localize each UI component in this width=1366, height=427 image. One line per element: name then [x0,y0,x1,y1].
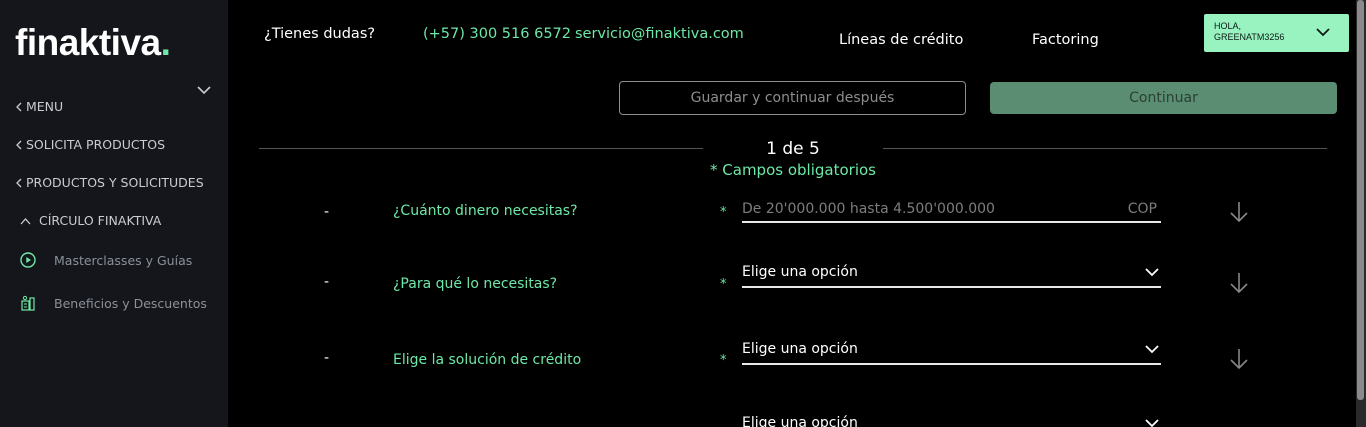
question-bullet: - [324,274,330,290]
chevron-up-icon [20,217,31,224]
divider [883,148,1327,149]
doubts-text: ¿Tienes dudas? [264,26,376,42]
sidebar-item-label: CÍRCULO FINAKTIVA [39,213,162,228]
required-star: * [720,277,727,292]
sidebar-item-solicita-productos[interactable]: SOLICITA PRODUCTOS [15,137,165,152]
sidebar-item-productos-solicitudes[interactable]: PRODUCTOS Y SOLICITUDES [15,175,204,190]
menu-back-link[interactable]: MENU [15,99,63,114]
sidebar: finaktiva. MENU SOLICITA PRODUCTOS PRODU… [0,0,228,427]
step-indicator: 1 de 5 [766,139,820,159]
required-fields-note: * Campos obligatorios [710,161,876,179]
benefits-icon [21,295,35,311]
chevron-left-icon [16,140,22,149]
finaktiva-logo[interactable]: finaktiva. [15,22,171,64]
chevron-down-icon [1145,268,1159,277]
sidebar-subitem-label: Masterclasses y Guías [54,252,193,268]
required-star: * [720,353,727,368]
user-menu-button[interactable]: HOLA, GREENATM3256 [1204,14,1349,52]
question-label: ¿Para qué lo necesitas? [393,276,558,292]
phone-link[interactable]: (+57) 300 516 6572 [423,26,571,42]
select-value: Elige una opción [742,415,858,427]
sidebar-item-label: SOLICITA PRODUCTOS [26,137,166,152]
question-label: ¿Cuánto dinero necesitas? [393,203,578,219]
menu-label: MENU [26,99,64,114]
scrollbar-thumb[interactable] [1357,0,1364,400]
amount-input[interactable]: De 20'000.000 hasta 4.500'000.000 COP [742,199,1161,223]
save-and-continue-later-button[interactable]: Guardar y continuar después [619,81,966,115]
select-value: Elige una opción [742,341,858,357]
credit-solution-select[interactable]: Elige una opción [742,341,1161,365]
arrow-down-icon[interactable] [1229,271,1249,295]
sidebar-subitem-masterclasses[interactable]: Masterclasses y Guías [20,252,192,268]
continue-button[interactable]: Continuar [990,82,1337,114]
question-bullet: - [324,350,330,366]
next-select[interactable]: Elige una opción [742,415,1161,427]
chevron-left-icon [16,102,22,111]
chevron-down-icon [1316,28,1330,37]
required-star: * [720,205,727,220]
nav-factoring[interactable]: Factoring [1032,32,1099,48]
sidebar-item-label: PRODUCTOS Y SOLICITUDES [26,175,204,190]
sidebar-subitem-label: Beneficios y Descuentos [54,295,207,311]
chevron-down-icon [1145,419,1159,427]
scrollbar[interactable] [1356,0,1366,427]
divider [259,148,703,149]
arrow-down-icon[interactable] [1229,347,1249,371]
currency-unit: COP [1127,201,1157,217]
chevron-down-icon [1145,345,1159,354]
play-circle-icon [20,252,36,268]
nav-lineas-credito[interactable]: Líneas de crédito [839,32,963,48]
question-label: Elige la solución de crédito [393,352,582,368]
sidebar-subitem-beneficios[interactable]: Beneficios y Descuentos [20,295,207,311]
email-link[interactable]: servicio@finaktiva.com [575,26,744,42]
arrow-down-icon[interactable] [1229,200,1249,224]
amount-placeholder: De 20'000.000 hasta 4.500'000.000 [742,201,995,217]
chevron-down-icon[interactable] [196,84,212,96]
chevron-left-icon [16,178,22,187]
select-value: Elige una opción [742,264,858,280]
sidebar-item-circulo-finaktiva[interactable]: CÍRCULO FINAKTIVA [20,213,161,228]
purpose-select[interactable]: Elige una opción [742,264,1161,288]
question-bullet: - [324,204,330,220]
